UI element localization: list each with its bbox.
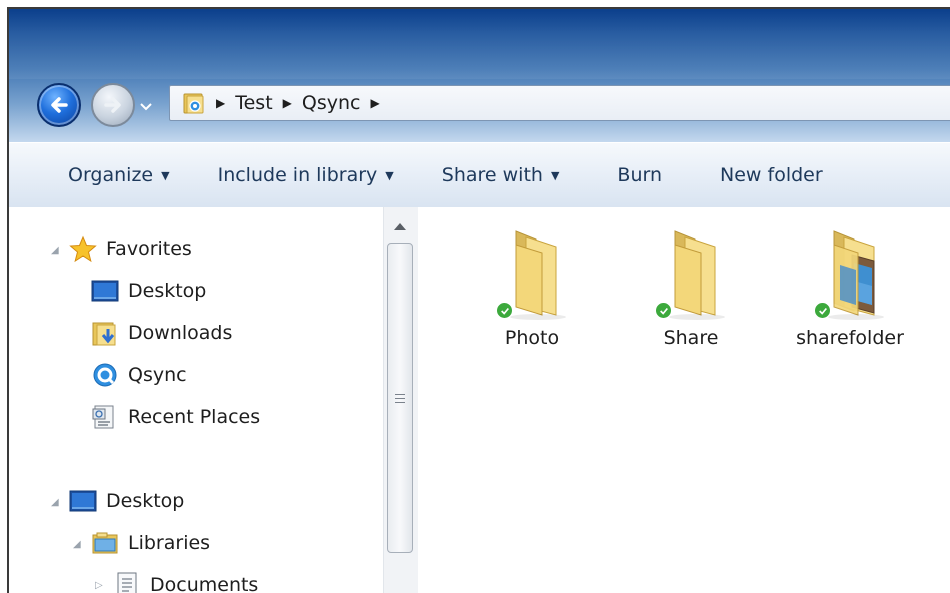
back-button[interactable] — [37, 83, 81, 127]
organize-label: Organize — [68, 164, 154, 186]
folder-share[interactable]: Share — [621, 225, 761, 349]
file-list: Photo Share sharefolder — [418, 207, 950, 593]
organize-menu[interactable]: Organize ▼ — [64, 155, 174, 195]
burn-button[interactable]: Burn — [613, 155, 666, 195]
tree-item-label: Documents — [150, 574, 259, 593]
tree-item-label: Downloads — [128, 322, 233, 344]
nav-scrollbar[interactable] — [383, 207, 418, 593]
chevron-down-icon: ▼ — [550, 168, 560, 182]
scroll-thumb[interactable] — [387, 243, 413, 553]
recent-pages-dropdown[interactable] — [139, 101, 153, 113]
chevron-down-icon: ▼ — [385, 168, 394, 182]
expand-arrow-icon[interactable]: ▷ — [95, 580, 103, 591]
tree-item-desktop-favorite[interactable]: Desktop — [91, 273, 206, 309]
sync-ok-icon — [814, 302, 831, 319]
documents-icon — [113, 571, 141, 593]
chevron-down-icon — [140, 103, 152, 111]
tree-item-qsync[interactable]: Qsync — [91, 357, 187, 393]
chevron-down-icon: ▼ — [161, 168, 170, 182]
folder-name: sharefolder — [796, 327, 904, 349]
scroll-up-arrow-icon[interactable] — [394, 223, 406, 230]
grip-icon — [395, 394, 405, 406]
breadcrumb-qsync[interactable]: Qsync — [302, 92, 361, 114]
star-icon — [69, 235, 97, 263]
tree-item-favorites[interactable]: Favorites — [69, 231, 192, 267]
tree-item-libraries[interactable]: Libraries — [91, 525, 210, 561]
burn-label: Burn — [617, 164, 663, 186]
tree-item-label: Recent Places — [128, 406, 261, 428]
downloads-icon — [91, 319, 119, 347]
desktop-icon — [91, 277, 119, 305]
back-arrow-icon — [51, 97, 68, 113]
folder-icon — [492, 225, 572, 321]
recent-places-icon — [91, 403, 119, 431]
tree-item-label: Qsync — [128, 364, 187, 386]
share-with-menu[interactable]: Share with ▼ — [438, 155, 564, 195]
folder-sharefolder[interactable]: sharefolder — [780, 225, 920, 349]
command-bar: Organize ▼ Include in library ▼ Share wi… — [9, 142, 950, 208]
breadcrumb-separator[interactable]: ▶ — [283, 96, 292, 110]
collapse-arrow-icon[interactable]: ◢ — [51, 245, 59, 256]
tree-item-recent-places[interactable]: Recent Places — [91, 399, 260, 435]
tree-item-label: Libraries — [128, 532, 211, 554]
sync-ok-icon — [496, 302, 513, 319]
forward-arrow-icon — [104, 97, 121, 113]
qsync-icon — [91, 361, 119, 389]
desktop-icon — [69, 487, 97, 515]
folder-with-photos-icon — [810, 225, 890, 321]
qsync-folder-icon — [182, 91, 206, 115]
explorer-window: ▶ Test ▶ Qsync ▶ Organize ▼ Include in l… — [7, 7, 950, 593]
collapse-arrow-icon[interactable]: ◢ — [73, 539, 81, 550]
tree-item-label: Favorites — [106, 238, 192, 260]
collapse-arrow-icon[interactable]: ◢ — [51, 497, 59, 508]
tree-item-label: Desktop — [106, 490, 185, 512]
breadcrumb-separator[interactable]: ▶ — [370, 96, 379, 110]
folder-photo[interactable]: Photo — [462, 225, 602, 349]
navigation-pane: ◢ Favorites Desktop Downloads Qsync Rece… — [9, 207, 418, 593]
forward-button[interactable] — [91, 83, 135, 127]
breadcrumb-test[interactable]: Test — [235, 92, 272, 114]
breadcrumb-separator[interactable]: ▶ — [216, 96, 225, 110]
include-in-library-label: Include in library — [217, 164, 378, 186]
share-with-label: Share with — [441, 164, 543, 186]
tree-item-downloads[interactable]: Downloads — [91, 315, 232, 351]
address-bar[interactable]: ▶ Test ▶ Qsync ▶ — [169, 85, 950, 121]
sync-ok-icon — [655, 302, 672, 319]
new-folder-label: New folder — [720, 164, 823, 186]
tree-item-desktop[interactable]: Desktop — [69, 483, 184, 519]
include-in-library-menu[interactable]: Include in library ▼ — [214, 155, 398, 195]
new-folder-button[interactable]: New folder — [716, 155, 827, 195]
libraries-icon — [91, 529, 119, 557]
tree-item-documents[interactable]: Documents — [113, 567, 258, 593]
folder-name: Photo — [504, 327, 560, 349]
folder-name: Share — [663, 327, 719, 349]
folder-icon — [651, 225, 731, 321]
title-bar: ▶ Test ▶ Qsync ▶ — [9, 9, 950, 142]
tree-item-label: Desktop — [128, 280, 207, 302]
